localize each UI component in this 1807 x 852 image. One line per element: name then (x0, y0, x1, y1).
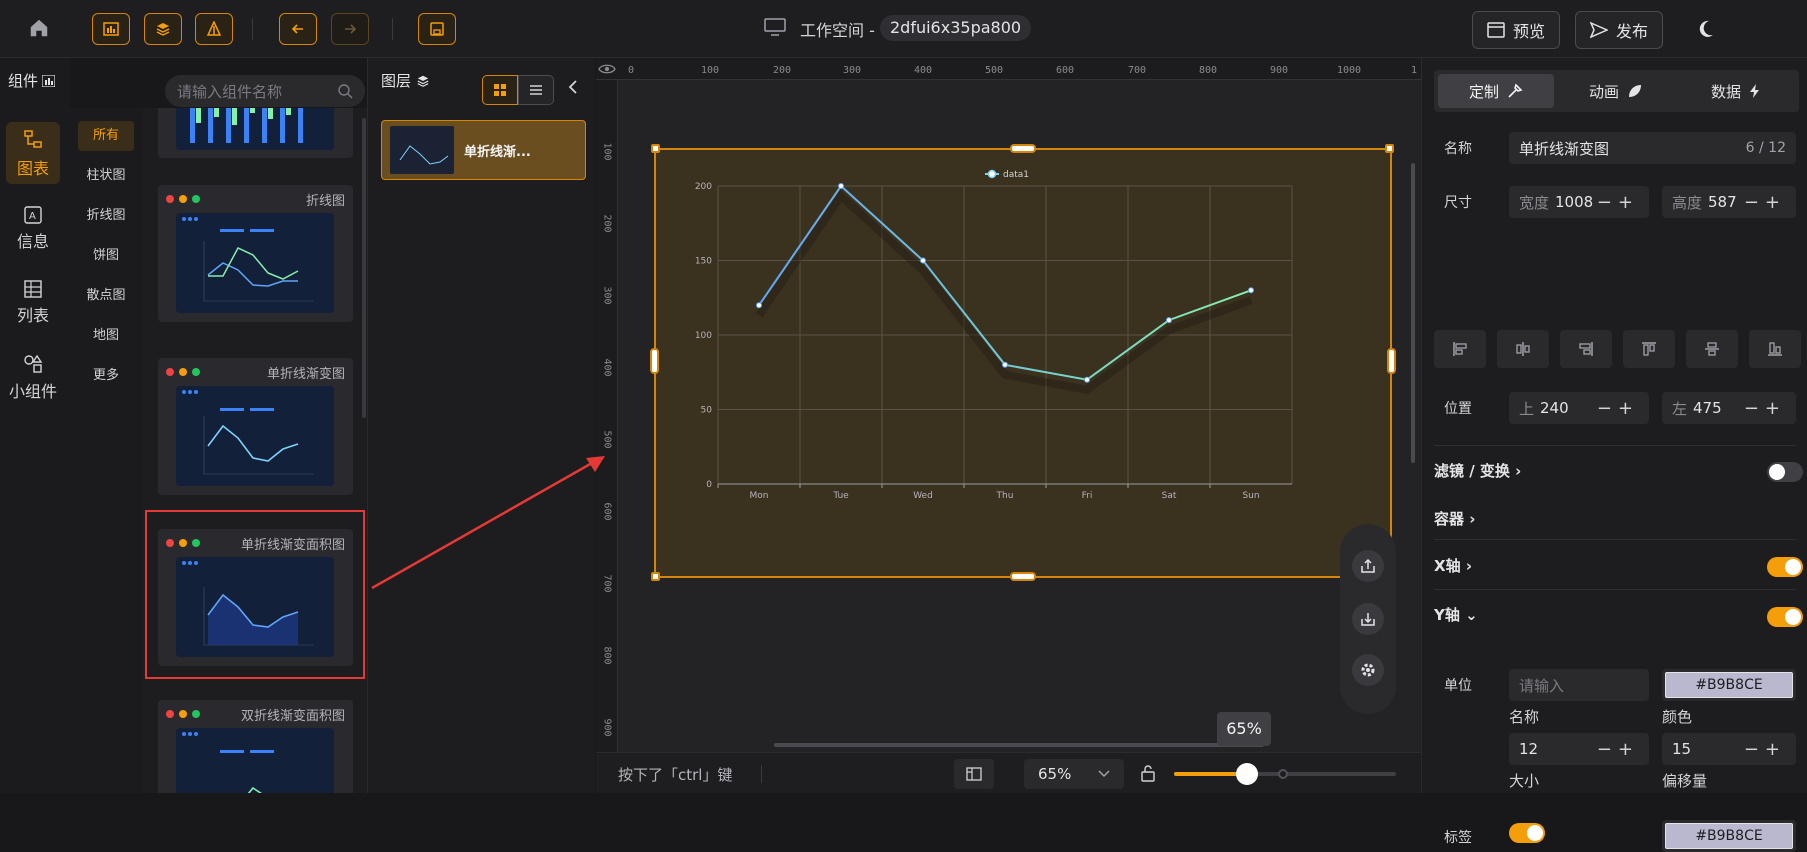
lightning-icon (1750, 84, 1759, 98)
tab-custom-label: 定制 (1468, 82, 1499, 101)
font-size-value: 12 (1519, 740, 1539, 758)
color-swatch: #B9B8CE (1665, 823, 1793, 849)
name-value: 单折线渐变图 (1519, 139, 1610, 158)
tab-animation[interactable]: 动画 (1558, 74, 1674, 108)
unit-name-caption: 名称 (1509, 708, 1540, 726)
filter-toggle[interactable] (1767, 462, 1803, 482)
tools-icon (1508, 83, 1523, 98)
tag-color-picker[interactable]: #B9B8CE (1662, 820, 1796, 852)
tab-data-label: 数据 (1710, 82, 1741, 101)
align-left-icon[interactable] (1434, 330, 1486, 368)
stepper-controls[interactable]: −+ (1597, 398, 1639, 419)
tag-label: 标签 (1444, 830, 1472, 846)
divider (1434, 589, 1796, 590)
stepper-controls[interactable]: −+ (1744, 398, 1786, 419)
stepper-controls[interactable]: −+ (1597, 739, 1639, 760)
align-top-icon[interactable] (1623, 330, 1675, 368)
top-value: 240 (1540, 399, 1569, 417)
tab-custom[interactable]: 定制 (1438, 74, 1554, 108)
xaxis-toggle[interactable] (1767, 557, 1803, 577)
font-size-stepper[interactable]: 12 −+ (1509, 733, 1649, 765)
xaxis-section-header[interactable]: X轴 › (1434, 555, 1472, 576)
offset-caption: 偏移量 (1662, 772, 1708, 790)
top-label: 上 (1519, 399, 1535, 418)
height-label: 高度 (1672, 193, 1703, 212)
size-label: 尺寸 (1444, 195, 1472, 211)
align-hcenter-icon[interactable] (1497, 330, 1549, 368)
panel-tabs: 定制 动画 数据 (1434, 70, 1799, 112)
left-stepper[interactable]: 左 475 −+ (1662, 392, 1796, 424)
align-bottom-icon[interactable] (1749, 330, 1801, 368)
name-label: 名称 (1444, 141, 1472, 157)
color-swatch: #B9B8CE (1665, 672, 1793, 698)
unit-color-picker[interactable]: #B9B8CE (1662, 669, 1796, 701)
unit-color-caption: 颜色 (1662, 708, 1693, 726)
divider (1434, 539, 1796, 540)
filter-section-header[interactable]: 滤镜 / 变换 › (1434, 460, 1521, 481)
height-stepper[interactable]: 高度 587 −+ (1662, 186, 1796, 218)
height-value: 587 (1708, 193, 1737, 211)
stepper-controls[interactable]: −+ (1597, 192, 1639, 213)
tag-toggle[interactable] (1509, 823, 1545, 843)
chevron-right-icon: › (1515, 462, 1522, 480)
tab-animation-label: 动画 (1588, 82, 1619, 101)
chevron-right-icon: › (1469, 510, 1476, 528)
top-stepper[interactable]: 上 240 −+ (1509, 392, 1649, 424)
unit-label: 单位 (1444, 678, 1472, 694)
divider (1434, 445, 1796, 446)
left-label: 左 (1672, 399, 1688, 418)
font-size-caption: 大小 (1509, 772, 1540, 790)
offset-value: 15 (1672, 740, 1692, 758)
left-value: 475 (1693, 399, 1722, 417)
width-value: 1008 (1555, 193, 1594, 211)
align-vcenter-icon[interactable] (1686, 330, 1738, 368)
properties-panel: 定制 动画 数据 名称 单折线渐变图 6 / 12 尺寸 宽度 1008 −+ 高度… (1421, 58, 1807, 852)
offset-stepper[interactable]: 15 −+ (1662, 733, 1796, 765)
tab-data[interactable]: 数据 (1678, 74, 1794, 108)
width-stepper[interactable]: 宽度 1008 −+ (1509, 186, 1649, 218)
position-label: 位置 (1444, 401, 1472, 417)
width-label: 宽度 (1519, 193, 1550, 212)
filter-label: 滤镜 / 变换 (1434, 462, 1510, 480)
leaf-icon (1629, 85, 1641, 97)
chevron-right-icon: › (1465, 557, 1472, 575)
unit-name-input[interactable]: 请输入 (1509, 669, 1649, 701)
xaxis-label: X轴 (1434, 557, 1461, 575)
yaxis-section-header[interactable]: Y轴 ⌄ (1434, 604, 1478, 625)
align-right-icon[interactable] (1560, 330, 1612, 368)
chevron-down-icon: ⌄ (1465, 606, 1478, 624)
stepper-controls[interactable]: −+ (1744, 192, 1786, 213)
container-label: 容器 (1434, 510, 1465, 528)
yaxis-label: Y轴 (1434, 606, 1460, 624)
container-section-header[interactable]: 容器 › (1434, 508, 1475, 529)
name-counter: 6 / 12 (1745, 140, 1786, 156)
stepper-controls[interactable]: −+ (1744, 739, 1786, 760)
name-field[interactable]: 单折线渐变图 6 / 12 (1509, 132, 1796, 164)
unit-placeholder: 请输入 (1519, 676, 1565, 695)
yaxis-toggle[interactable] (1767, 607, 1803, 627)
